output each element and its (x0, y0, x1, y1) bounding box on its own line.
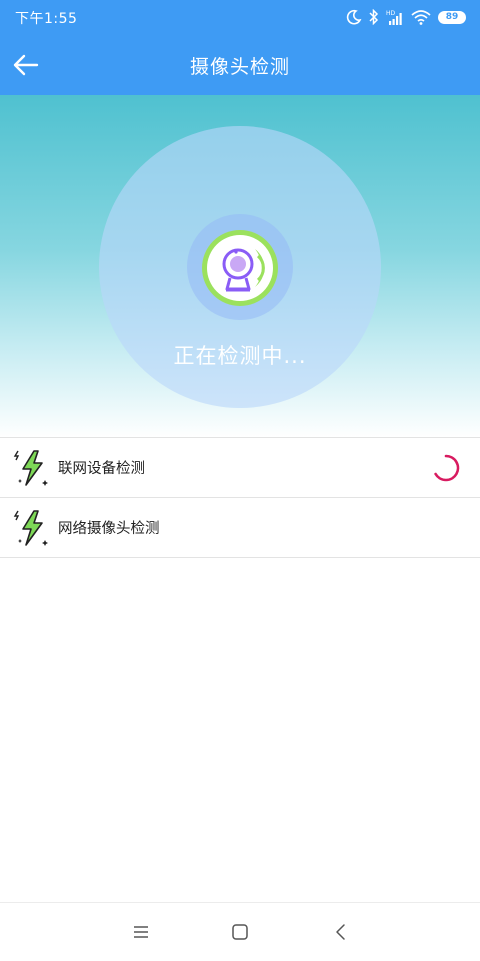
chevron-left-icon (336, 924, 345, 940)
app-bar: 摄像头检测 (0, 34, 480, 95)
signal-icon: HD (386, 10, 402, 25)
menu-icon (134, 926, 148, 938)
check-item-network-camera: 网络摄像头检测 (0, 498, 480, 558)
nav-back-button[interactable] (330, 921, 352, 943)
system-nav-bar (0, 902, 480, 961)
wifi-icon (411, 10, 431, 25)
menu-button[interactable] (130, 921, 152, 943)
loading-spinner-icon (434, 454, 460, 482)
svg-text:HD: HD (386, 10, 396, 17)
bluetooth-icon (369, 9, 379, 25)
status-bar: 下午1:55 HD 89 (0, 0, 480, 34)
battery-level: 89 (445, 11, 459, 22)
scan-hero: 正在检测中... (0, 95, 480, 438)
camera-scan-icon (202, 230, 278, 306)
check-label: 联网设备检测 (58, 461, 145, 477)
status-icons: HD 89 (346, 7, 466, 27)
check-item-network-devices: 联网设备检测 (0, 438, 480, 498)
battery-icon: 89 (438, 10, 466, 24)
status-time: 下午1:55 (15, 11, 78, 27)
lightning-icon (13, 510, 48, 546)
page-title: 摄像头检测 (189, 56, 290, 78)
check-list: 联网设备检测 网络摄像头检测 (0, 437, 480, 558)
lightning-icon (13, 450, 48, 486)
moon-icon (346, 9, 362, 25)
home-square-icon (232, 924, 248, 940)
scanning-status: 正在检测中... (173, 344, 307, 368)
home-button[interactable] (229, 921, 251, 943)
check-label: 网络摄像头检测 (58, 521, 160, 537)
